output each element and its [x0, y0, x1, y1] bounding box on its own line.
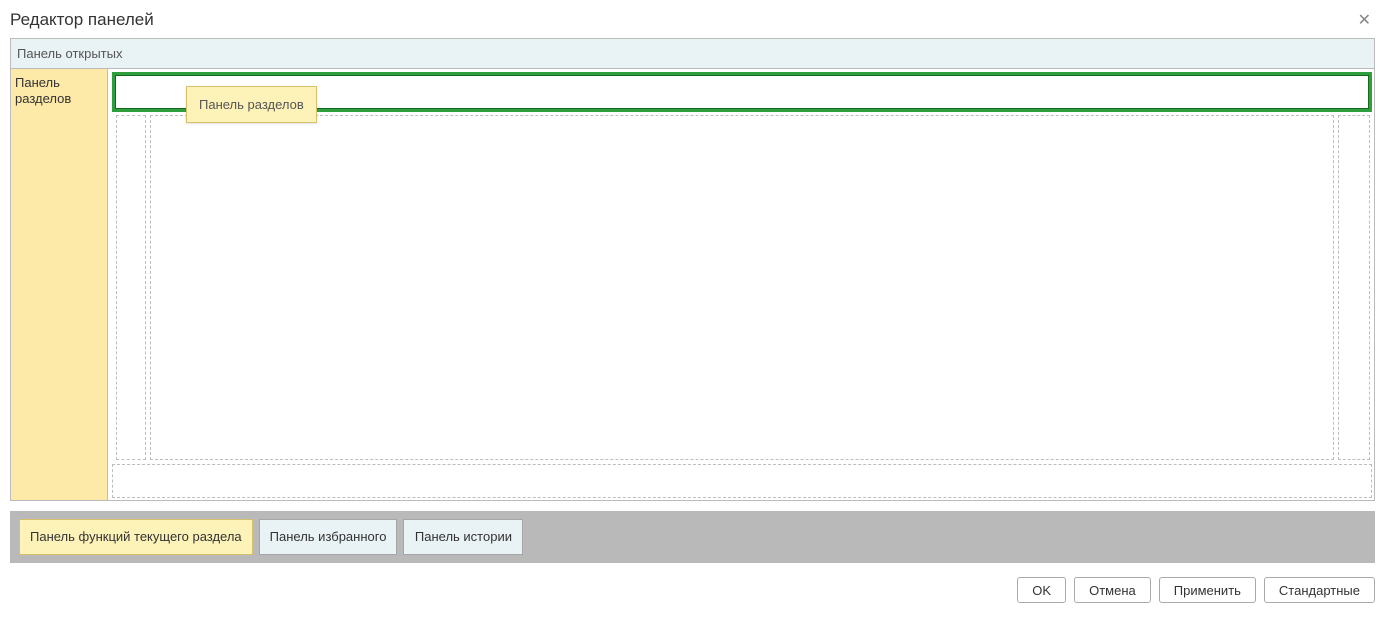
palette-item-favorites[interactable]: Панель избранного [259, 519, 398, 555]
drop-zone-bottom[interactable] [112, 464, 1372, 498]
drop-zone-main[interactable] [150, 115, 1334, 460]
drop-zone-right-narrow[interactable] [1338, 115, 1370, 460]
title-bar: Редактор панелей ✕ [10, 8, 1375, 38]
palette-item-label: Панель избранного [270, 530, 387, 544]
layout-top-bar[interactable]: Панель открытых [11, 39, 1374, 69]
panel-editor-window: Редактор панелей ✕ Панель открытых Панел… [0, 0, 1385, 628]
layout-left-panel[interactable]: Панель разделов [11, 69, 108, 500]
cancel-button[interactable]: Отмена [1074, 577, 1151, 603]
footer-buttons: OK Отмена Применить Стандартные [10, 577, 1375, 603]
close-icon[interactable]: ✕ [1354, 10, 1375, 30]
standard-button[interactable]: Стандартные [1264, 577, 1375, 603]
window-title: Редактор панелей [10, 10, 154, 30]
palette-row: Панель функций текущего раздела Панель и… [10, 511, 1375, 563]
palette-item-history[interactable]: Панель истории [403, 519, 523, 555]
drop-target-top[interactable] [112, 72, 1372, 112]
layout-editor-frame: Панель открытых Панель разделов Панель р… [10, 38, 1375, 501]
palette-item-functions[interactable]: Панель функций текущего раздела [19, 519, 253, 555]
apply-button[interactable]: Применить [1159, 577, 1256, 603]
layout-center-area: Панель разделов [108, 69, 1374, 500]
palette-item-label: Панель истории [415, 530, 512, 544]
palette-item-label: Панель функций текущего раздела [30, 530, 242, 544]
drop-zone-left-narrow[interactable] [116, 115, 146, 460]
layout-left-panel-label: Панель разделов [15, 75, 71, 106]
layout-top-bar-label: Панель открытых [17, 46, 122, 61]
ok-button[interactable]: OK [1017, 577, 1066, 603]
layout-mid-row: Панель разделов Панель разделов [11, 69, 1374, 500]
